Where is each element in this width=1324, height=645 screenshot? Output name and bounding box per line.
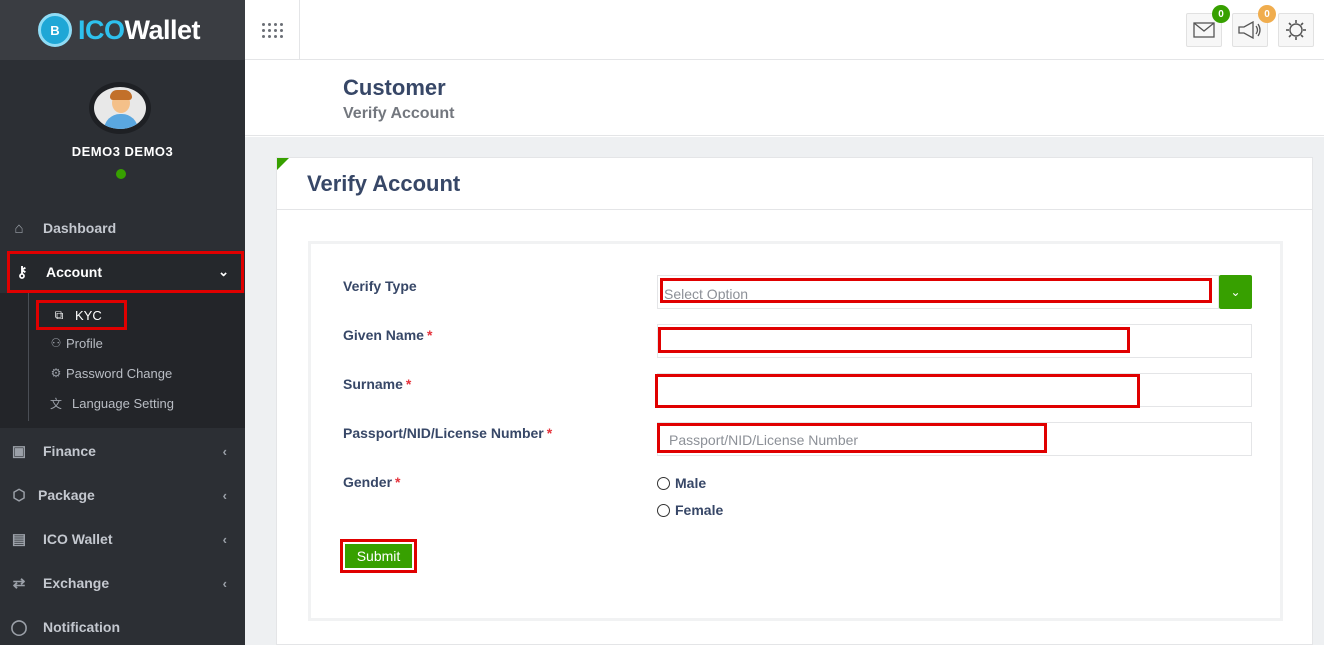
panel-title: Verify Account xyxy=(307,171,461,196)
chat-icon: ◯ xyxy=(10,619,28,636)
chevron-left-icon: ‹ xyxy=(222,443,227,459)
sidebar-item-package[interactable]: ⬡ Package ‹ xyxy=(0,473,245,517)
language-icon: 文 xyxy=(49,396,62,411)
verify-type-label: Verify Type xyxy=(343,278,417,294)
top-header: 0 0 xyxy=(245,0,1324,60)
radio-circle[interactable] xyxy=(657,503,670,517)
chevron-down-icon: ⌄ xyxy=(1230,285,1241,299)
account-submenu: ⧉ KYC ⚇ Profile ⚙ Password Change 文 Lang… xyxy=(0,293,245,428)
gender-label: Gender * xyxy=(343,474,401,490)
exchange-icon: ⇄ xyxy=(12,575,26,592)
announcements-button[interactable]: 0 xyxy=(1232,5,1276,47)
grid-icon xyxy=(261,22,283,38)
chevron-left-icon: ‹ xyxy=(222,575,227,591)
gender-female-radio[interactable]: Female xyxy=(657,502,723,518)
settings-button[interactable] xyxy=(1278,13,1314,47)
verify-type-dropdown-button[interactable]: ⌄ xyxy=(1219,275,1252,309)
key-icon: ⚷ xyxy=(16,264,28,281)
chevron-down-icon: ⌄ xyxy=(218,264,229,279)
money-icon: ▣ xyxy=(11,443,27,460)
sidebar-item-notification[interactable]: ◯ Notification xyxy=(0,605,245,645)
page-header: Customer Verify Account xyxy=(245,61,1324,136)
verify-account-panel: Verify Account Verify Type Select Option… xyxy=(276,157,1313,645)
verify-form: Verify Type Select Option ⌄ Given Name * … xyxy=(308,241,1283,621)
submenu-item-language-setting[interactable]: 文 Language Setting xyxy=(48,389,174,417)
gender-male-radio[interactable]: Male xyxy=(657,475,706,491)
submenu-item-profile[interactable]: ⚇ Profile xyxy=(48,329,103,357)
highlight-submit: Submit xyxy=(340,539,417,573)
highlight-surname xyxy=(655,374,1140,408)
box-icon: ⬡ xyxy=(12,487,26,504)
users-icon: ⚇ xyxy=(50,336,62,350)
page-title: Customer xyxy=(343,75,446,100)
gear-icon: ⚙ xyxy=(50,366,62,380)
page-subtitle: Verify Account xyxy=(343,105,455,122)
home-icon: ⌂ xyxy=(14,219,24,237)
envelope-icon xyxy=(1193,22,1215,38)
submenu-item-password-change[interactable]: ⚙ Password Change xyxy=(48,359,173,387)
sidebar-item-ico-wallet[interactable]: ▤ ICO Wallet ‹ xyxy=(0,517,245,561)
submenu-item-kyc[interactable]: ⧉ KYC xyxy=(36,300,127,330)
radio-circle[interactable] xyxy=(657,476,670,490)
messages-count-badge: 0 xyxy=(1212,5,1230,23)
announcements-count-badge: 0 xyxy=(1258,5,1276,23)
sidebar-item-account[interactable]: ⚷ Account ⌄ xyxy=(7,251,244,293)
megaphone-icon xyxy=(1238,21,1261,39)
passport-label: Passport/NID/License Number * xyxy=(343,425,553,441)
highlight-verify-type xyxy=(660,278,1212,303)
sidebar-item-dashboard[interactable]: ⌂ Dashboard xyxy=(0,206,245,250)
logo-coin-icon: B xyxy=(38,13,72,47)
gear-icon xyxy=(1286,20,1306,40)
messages-button[interactable]: 0 xyxy=(1186,5,1230,47)
online-status-dot xyxy=(116,169,126,179)
given-name-label: Given Name * xyxy=(343,327,433,343)
external-link-icon: ⧉ xyxy=(54,307,64,322)
sidebar: B ICOWallet DEMO3 DEMO3 ⌂ Dashboard ⚷ Ac… xyxy=(0,0,245,645)
chevron-left-icon: ‹ xyxy=(222,487,227,503)
user-name: DEMO3 DEMO3 xyxy=(71,144,174,159)
chevron-left-icon: ‹ xyxy=(222,531,227,547)
user-profile: DEMO3 DEMO3 xyxy=(0,60,245,210)
panel-corner-marker xyxy=(277,158,289,170)
highlight-given-name xyxy=(658,327,1130,353)
surname-label: Surname * xyxy=(343,376,412,392)
sidebar-item-finance[interactable]: ▣ Finance ‹ xyxy=(0,429,245,473)
sidebar-item-exchange[interactable]: ⇄ Exchange ‹ xyxy=(0,561,245,605)
apps-grid-button[interactable] xyxy=(245,0,300,60)
highlight-passport xyxy=(657,423,1047,453)
logo[interactable]: B ICOWallet xyxy=(0,0,245,60)
id-card-icon: ▤ xyxy=(11,531,27,548)
avatar[interactable] xyxy=(89,82,151,134)
logo-text: ICOWallet xyxy=(78,14,201,45)
submit-button[interactable]: Submit xyxy=(345,544,412,568)
